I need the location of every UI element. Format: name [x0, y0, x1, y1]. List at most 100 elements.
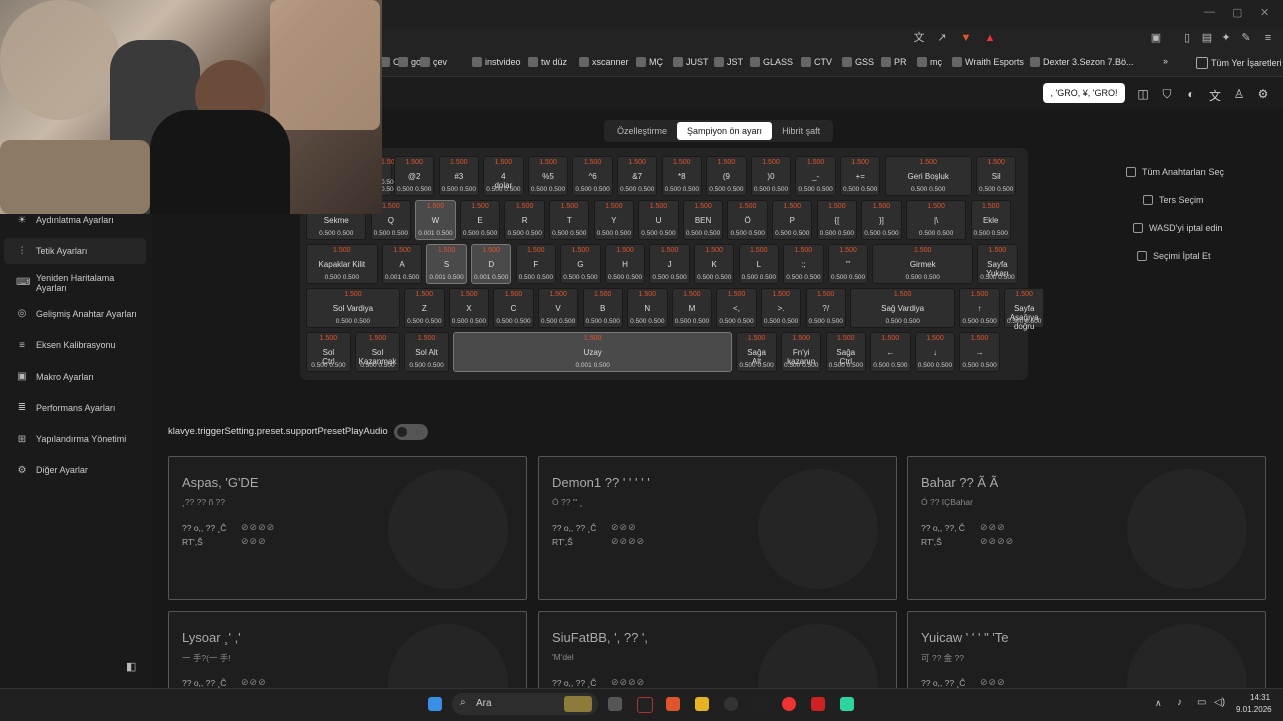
key[interactable]: 1.500 Sol Vardiya 0.500 0.500: [306, 288, 400, 328]
key[interactable]: 1.500 >. 0.500 0.500: [760, 288, 802, 328]
brave-shield-icon[interactable]: ▼: [960, 32, 972, 44]
bookmark-item[interactable]: xscanner: [579, 57, 629, 67]
more-bookmarks-icon[interactable]: »: [1163, 56, 1168, 66]
clock-time[interactable]: 14:31: [1250, 693, 1270, 702]
bookmark-item[interactable]: Dexter 3.Sezon 7.Bö...: [1030, 57, 1134, 67]
key[interactable]: 1.500 G 0.500 0.500: [560, 244, 601, 284]
language-icon[interactable]: 文: [1208, 87, 1222, 104]
wallet-icon[interactable]: ▤: [1201, 32, 1213, 44]
shirt-icon[interactable]: ⛉: [1160, 87, 1174, 102]
key[interactable]: 1.500 *8 0.500 0.500: [661, 156, 702, 196]
key[interactable]: 1.500 <, 0.500 0.500: [716, 288, 757, 328]
key[interactable]: 1.500 Sol Ctrl 0.500 0.500: [306, 332, 351, 372]
tab-champion-preset[interactable]: Şampiyon ön ayarı: [677, 122, 773, 140]
bookmark-item[interactable]: PR: [881, 57, 907, 67]
chat-icon[interactable]: ◫: [1136, 87, 1150, 101]
key[interactable]: 1.500 V 0.500 0.500: [537, 288, 579, 328]
sidebar-item[interactable]: ⚙ Diğer Ayarlar: [4, 457, 146, 483]
key[interactable]: 1.500 Fn'yi kazanın 0.500 0.500: [780, 332, 822, 372]
key[interactable]: 1.500 U 0.500 0.500: [638, 200, 679, 240]
file-explorer-icon[interactable]: [695, 697, 709, 711]
key[interactable]: 1.500 K 0.500 0.500: [694, 244, 735, 284]
bookmark-item[interactable]: çev: [420, 57, 447, 67]
key[interactable]: 1.500 Ekle 0.500 0.500: [970, 200, 1011, 240]
sidebar-item[interactable]: ◎ Gelişmiş Anahtar Ayarları: [4, 301, 146, 327]
tray-chevron-icon[interactable]: ∧: [1155, 698, 1162, 709]
sidebar-item[interactable]: ⊞ Yapılandırma Yönetimi: [4, 426, 146, 452]
key[interactable]: 1.500}] 0.500 0.500: [861, 200, 902, 240]
key[interactable]: 1.500 Y 0.500 0.500: [593, 200, 635, 240]
brave-icon[interactable]: [666, 697, 680, 711]
bookmark-item[interactable]: Wraith Esports: [952, 57, 1024, 67]
screenshot-icon[interactable]: ▣: [1150, 32, 1162, 44]
key[interactable]: 1.500 ↓ 0.500 0.500: [914, 332, 956, 372]
key-selection-action[interactable]: WASD'yi iptal edin: [1133, 223, 1222, 233]
volume-icon[interactable]: ◁): [1214, 697, 1225, 708]
key[interactable]: 1.500 N 0.500 0.500: [627, 288, 668, 328]
key[interactable]: 1.500 F 0.500 0.500: [515, 244, 556, 284]
key[interactable]: 1.500 W 0.001 0.500: [415, 200, 456, 240]
key[interactable]: 1.500 P 0.500 0.500: [772, 200, 813, 240]
key[interactable]: 1.500 (9 0.500 0.500: [706, 156, 747, 196]
preset-card[interactable]: Demon1 ?? ' ' ' ' ' Ó ?? "' ¸ ?? o,, ?? ¸Ĉ…: [538, 456, 897, 600]
all-bookmarks-button[interactable]: Tüm Yer İşaretleri: [1196, 57, 1282, 69]
bookmark-item[interactable]: GSS: [842, 57, 874, 67]
key[interactable]: 1.500 T 0.500 0.500: [549, 200, 590, 240]
key-selection-action[interactable]: Ters Seçim: [1143, 195, 1204, 205]
key[interactable]: 1.500 4 dolar 0.500 0.500: [483, 156, 524, 196]
bookmark-item[interactable]: GLASS: [750, 57, 793, 67]
app-icon[interactable]: [637, 697, 653, 713]
key[interactable]: 1.500 Sağa Alt 0.500 0.500: [736, 332, 777, 372]
header-badge[interactable]: , 'GRO, ¥, 'GRO!: [1043, 83, 1125, 103]
bookmark-item[interactable]: mç: [917, 57, 942, 67]
key[interactable]: 1.500 += 0.500 0.500: [840, 156, 881, 196]
key[interactable]: 1.500 Sağ Vardiya 0.500 0.500: [850, 288, 956, 328]
key[interactable]: 1.500 %5 0.500 0.500: [527, 156, 569, 196]
key-selection-action[interactable]: Tüm Anahtarları Seç: [1126, 167, 1224, 177]
key[interactable]: 1.500 Sol Alt 0.500 0.500: [404, 332, 449, 372]
settings-gear-icon[interactable]: ⚙: [1256, 87, 1270, 101]
task-view-icon[interactable]: [608, 697, 622, 711]
valorant-icon[interactable]: [811, 697, 825, 711]
bookmark-item[interactable]: JST: [714, 57, 743, 67]
key[interactable]: 1.500 @2 0.500 0.500: [394, 156, 435, 196]
bookmark-item[interactable]: instvideo: [472, 57, 521, 67]
close-window-icon[interactable]: ✕: [1260, 6, 1269, 19]
key[interactable]: 1.500 BEN 0.500 0.500: [682, 200, 724, 240]
collapse-sidebar-icon[interactable]: ◧: [126, 660, 136, 673]
bookmark-item[interactable]: MÇ: [636, 57, 663, 67]
brave-rewards-icon[interactable]: ▲: [984, 32, 996, 44]
preset-card[interactable]: Aspas, 'G'DE ¸?? ?? ñ ?? ?? o,, ?? ¸Ĉ RT',Š…: [168, 456, 527, 600]
app-icon[interactable]: [753, 697, 767, 711]
key[interactable]: 1.500 Sil 0.500 0.500: [976, 156, 1017, 196]
key[interactable]: 1.500 "' 0.500 0.500: [827, 244, 869, 284]
key[interactable]: 1.500 Sayfa Yukarı 0.500 0.500: [977, 244, 1018, 284]
maximize-icon[interactable]: ▢: [1232, 6, 1242, 19]
key[interactable]: 1.500 L 0.500 0.500: [738, 244, 779, 284]
sidebar-item[interactable]: ▣ Makro Ayarları: [4, 364, 146, 390]
taskbar-search[interactable]: ⌕ Ara: [452, 693, 598, 715]
key[interactable]: 1.500 Girmek 0.500 0.500: [872, 244, 974, 284]
key[interactable]: 1.500 Sol Kazanmak 0.500 0.500: [355, 332, 400, 372]
user-icon[interactable]: ♙: [1232, 87, 1246, 101]
key[interactable]: 1.500 ← 0.500 0.500: [870, 332, 911, 372]
key[interactable]: 1.500 Sağa Ctrl 0.500 0.500: [825, 332, 866, 372]
key[interactable]: 1.500 H 0.500 0.500: [604, 244, 646, 284]
key[interactable]: 1.500 Z 0.500 0.500: [404, 288, 445, 328]
sidebar-item[interactable]: ⫶ Tetik Ayarları: [4, 238, 146, 265]
key[interactable]: 1.500 Kapaklar Kilit 0.500 0.500: [306, 244, 378, 284]
key[interactable]: 1.500 ?/ 0.500 0.500: [805, 288, 846, 328]
key[interactable]: 1.500 Uzay 0.001 0.500: [453, 332, 733, 372]
key[interactable]: 1.500 E 0.500 0.500: [459, 200, 501, 240]
app-icon[interactable]: [840, 697, 854, 711]
key[interactable]: 1.500 _- 0.500 0.500: [795, 156, 836, 196]
minimize-icon[interactable]: —: [1204, 6, 1215, 18]
key[interactable]: 1.500 ↑ 0.500 0.500: [959, 288, 1000, 328]
key[interactable]: 1.500 D 0.001 0.500: [471, 244, 512, 284]
sidebar-toggle-icon[interactable]: ▯: [1181, 32, 1193, 44]
key[interactable]: 1.500 → 0.500 0.500: [959, 332, 1000, 372]
key[interactable]: 1.500 #3 0.500 0.500: [438, 156, 479, 196]
key[interactable]: 1.500 C 0.500 0.500: [493, 288, 534, 328]
extensions-icon[interactable]: ✎: [1240, 32, 1252, 44]
key[interactable]: 1.500 S 0.001 0.500: [426, 244, 467, 284]
